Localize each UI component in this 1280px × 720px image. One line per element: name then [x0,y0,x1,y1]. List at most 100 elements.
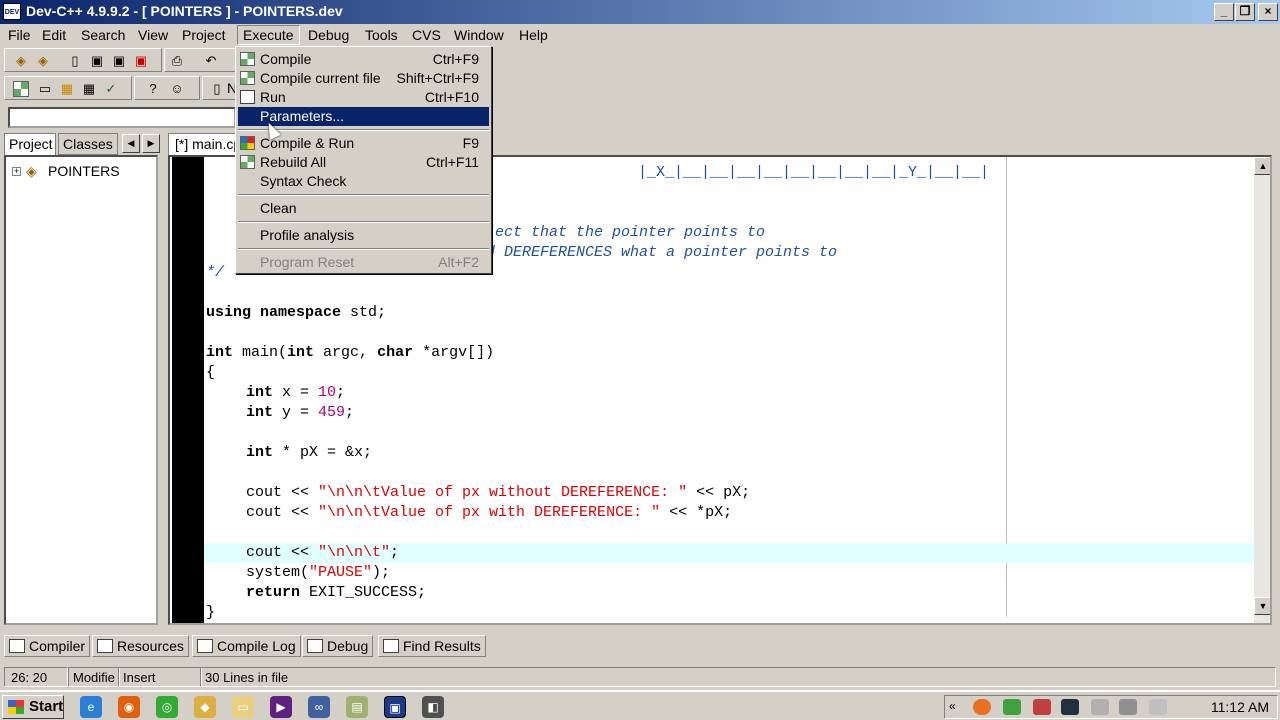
menu-bar: File Edit Search View Project Execute De… [0,24,1280,46]
start-button[interactable]: Start [2,695,64,719]
scroll-down-icon[interactable]: ▼ [1254,597,1270,615]
project-tree: + ◈ POINTERS [4,155,158,625]
find-results-icon [383,639,399,653]
menu-item-run[interactable]: Run Ctrl+F10 [238,88,489,107]
menu-file[interactable]: File [8,27,31,43]
toolbar-help: ? ☺ [134,76,200,100]
ie-icon[interactable]: e [80,696,102,718]
app-icon[interactable]: DEV [3,3,21,20]
minimize-button[interactable]: _ [1214,3,1234,21]
tab-resources[interactable]: Resources [92,635,189,657]
app-icon-8[interactable]: ▤ [346,696,368,718]
project-icon: ◈ [26,163,37,179]
menu-view[interactable]: View [138,27,168,43]
folder-icon[interactable]: ▭ [232,696,254,718]
menu-cvs[interactable]: CVS [412,27,441,43]
menu-project[interactable]: Project [182,27,226,43]
tray-monitor-icon[interactable] [1061,699,1079,715]
menu-item-clean[interactable]: Clean [238,199,489,218]
execute-menu: Compile Ctrl+F9 Compile current file Shift… [235,46,492,274]
app-icon-4[interactable]: ◆ [194,696,216,718]
new-project-icon[interactable]: ◈ [11,52,31,70]
syntax-check-icon[interactable]: ✓ [101,80,121,98]
system-tray: « 11:12 AM [944,695,1278,719]
tray-network-icon[interactable] [1003,699,1021,715]
new-icon[interactable]: ▯ [207,80,227,98]
tab-project[interactable]: Project [4,133,56,155]
app-icon-10[interactable]: ◧ [422,696,444,718]
save-all-icon[interactable]: ▣ [109,52,129,70]
tab-classes[interactable]: Classes [58,133,118,155]
menu-item-rebuild-all[interactable]: Rebuild All Ctrl+F11 [238,153,489,172]
vertical-scrollbar[interactable]: ▲ ▼ [1254,157,1270,623]
close-file-icon[interactable]: ▣ [131,52,151,70]
menu-search[interactable]: Search [81,27,125,43]
compile-run-icon [240,136,255,150]
tab-find-results[interactable]: Find Results [378,635,486,657]
tray-connection-icon[interactable] [1119,699,1137,715]
close-button[interactable]: × [1258,3,1278,21]
media-icon[interactable]: ▶ [270,696,292,718]
toolbar-edit: ⎙ ↶ [164,48,236,72]
menu-item-compile[interactable]: Compile Ctrl+F9 [238,50,489,69]
print-icon[interactable]: ⎙ [167,52,187,70]
tab-compiler[interactable]: Compiler [4,635,91,657]
clock[interactable]: 11:12 AM [1211,699,1269,715]
firefox-icon[interactable]: ◉ [118,696,140,718]
tray-expand-icon[interactable]: « [949,699,959,715]
tray-app-icon[interactable] [973,699,991,715]
tab-compile-log[interactable]: Compile Log [192,635,301,657]
tab-scroll-left-icon[interactable]: ◀ [122,134,140,153]
code-comment-diagram: |_X_|__|__|__|__|__|__|__|__|_Y_|__|__| [638,164,990,181]
tray-security-icon[interactable] [1033,699,1051,715]
devcpp-task-icon[interactable]: ▣ [384,696,406,718]
menu-help[interactable]: Help [519,27,548,43]
about-icon[interactable]: ☺ [167,80,187,98]
menu-window[interactable]: Window [454,27,504,43]
code-comment-line: ject that the pointer points to [486,224,766,241]
code-line-brace-open: { [206,364,216,381]
compiler-icon [9,639,25,653]
menu-separator [238,194,489,196]
menu-execute[interactable]: Execute [237,25,300,45]
chrome-icon[interactable]: ◎ [156,696,178,718]
code-line-using: using namespace std; [206,304,387,321]
tab-scroll-right-icon[interactable]: ▶ [142,134,160,153]
compile-icon[interactable] [13,81,29,97]
save-icon[interactable]: ▣ [87,52,107,70]
maximize-button[interactable]: ❐ [1235,3,1255,21]
menu-item-program-reset: Program Reset Alt+F2 [260,254,479,270]
help-icon[interactable]: ? [143,80,163,98]
rebuild-icon [240,155,255,169]
menu-edit[interactable]: Edit [42,27,66,43]
code-line-brace-close: } [206,604,216,621]
taskbar: Start e ◉ ◎ ◆ ▭ ▶ ∞ ▤ ▣ ◧ « 11:12 AM [0,690,1280,720]
new-file-icon[interactable]: ▯ [65,52,85,70]
rebuild-icon[interactable]: ▦ [79,80,99,98]
code-line-cout2: cout << "\n\n\tValue of px with DEREFERE… [246,504,733,521]
toolbar-compile: ▭ ▦ ▦ ✓ [4,76,132,100]
app-icon-7[interactable]: ∞ [308,696,330,718]
window-title: Dev-C++ 4.9.9.2 - [ POINTERS ] - POINTER… [26,3,343,19]
run-icon[interactable]: ▭ [35,80,55,98]
volume-icon[interactable] [1149,699,1167,715]
scroll-up-icon[interactable]: ▲ [1254,157,1270,175]
tray-device-icon[interactable] [1091,699,1109,715]
menu-item-compile-current-file[interactable]: Compile current file Shift+Ctrl+F9 [238,69,489,88]
expand-icon[interactable]: + [12,167,21,176]
tab-debug[interactable]: Debug [302,635,374,657]
menu-item-syntax-check[interactable]: Syntax Check [238,172,489,191]
editor-tab[interactable]: [*] main.cpp [168,133,242,155]
menu-tools[interactable]: Tools [365,27,398,43]
debug-icon [307,639,323,653]
run-icon [240,90,255,104]
editor-gutter [172,157,204,623]
toolbar-main: ◈ ◈ ▯ ▣ ▣ ▣ [4,48,162,72]
compile-run-icon[interactable]: ▦ [57,80,77,98]
project-node[interactable]: POINTERS [48,163,120,179]
open-project-icon[interactable]: ◈ [33,52,53,70]
menu-item-profile-analysis[interactable]: Profile analysis [238,226,489,245]
class-combo[interactable] [8,107,236,128]
undo-icon[interactable]: ↶ [201,52,221,70]
menu-debug[interactable]: Debug [308,27,349,43]
